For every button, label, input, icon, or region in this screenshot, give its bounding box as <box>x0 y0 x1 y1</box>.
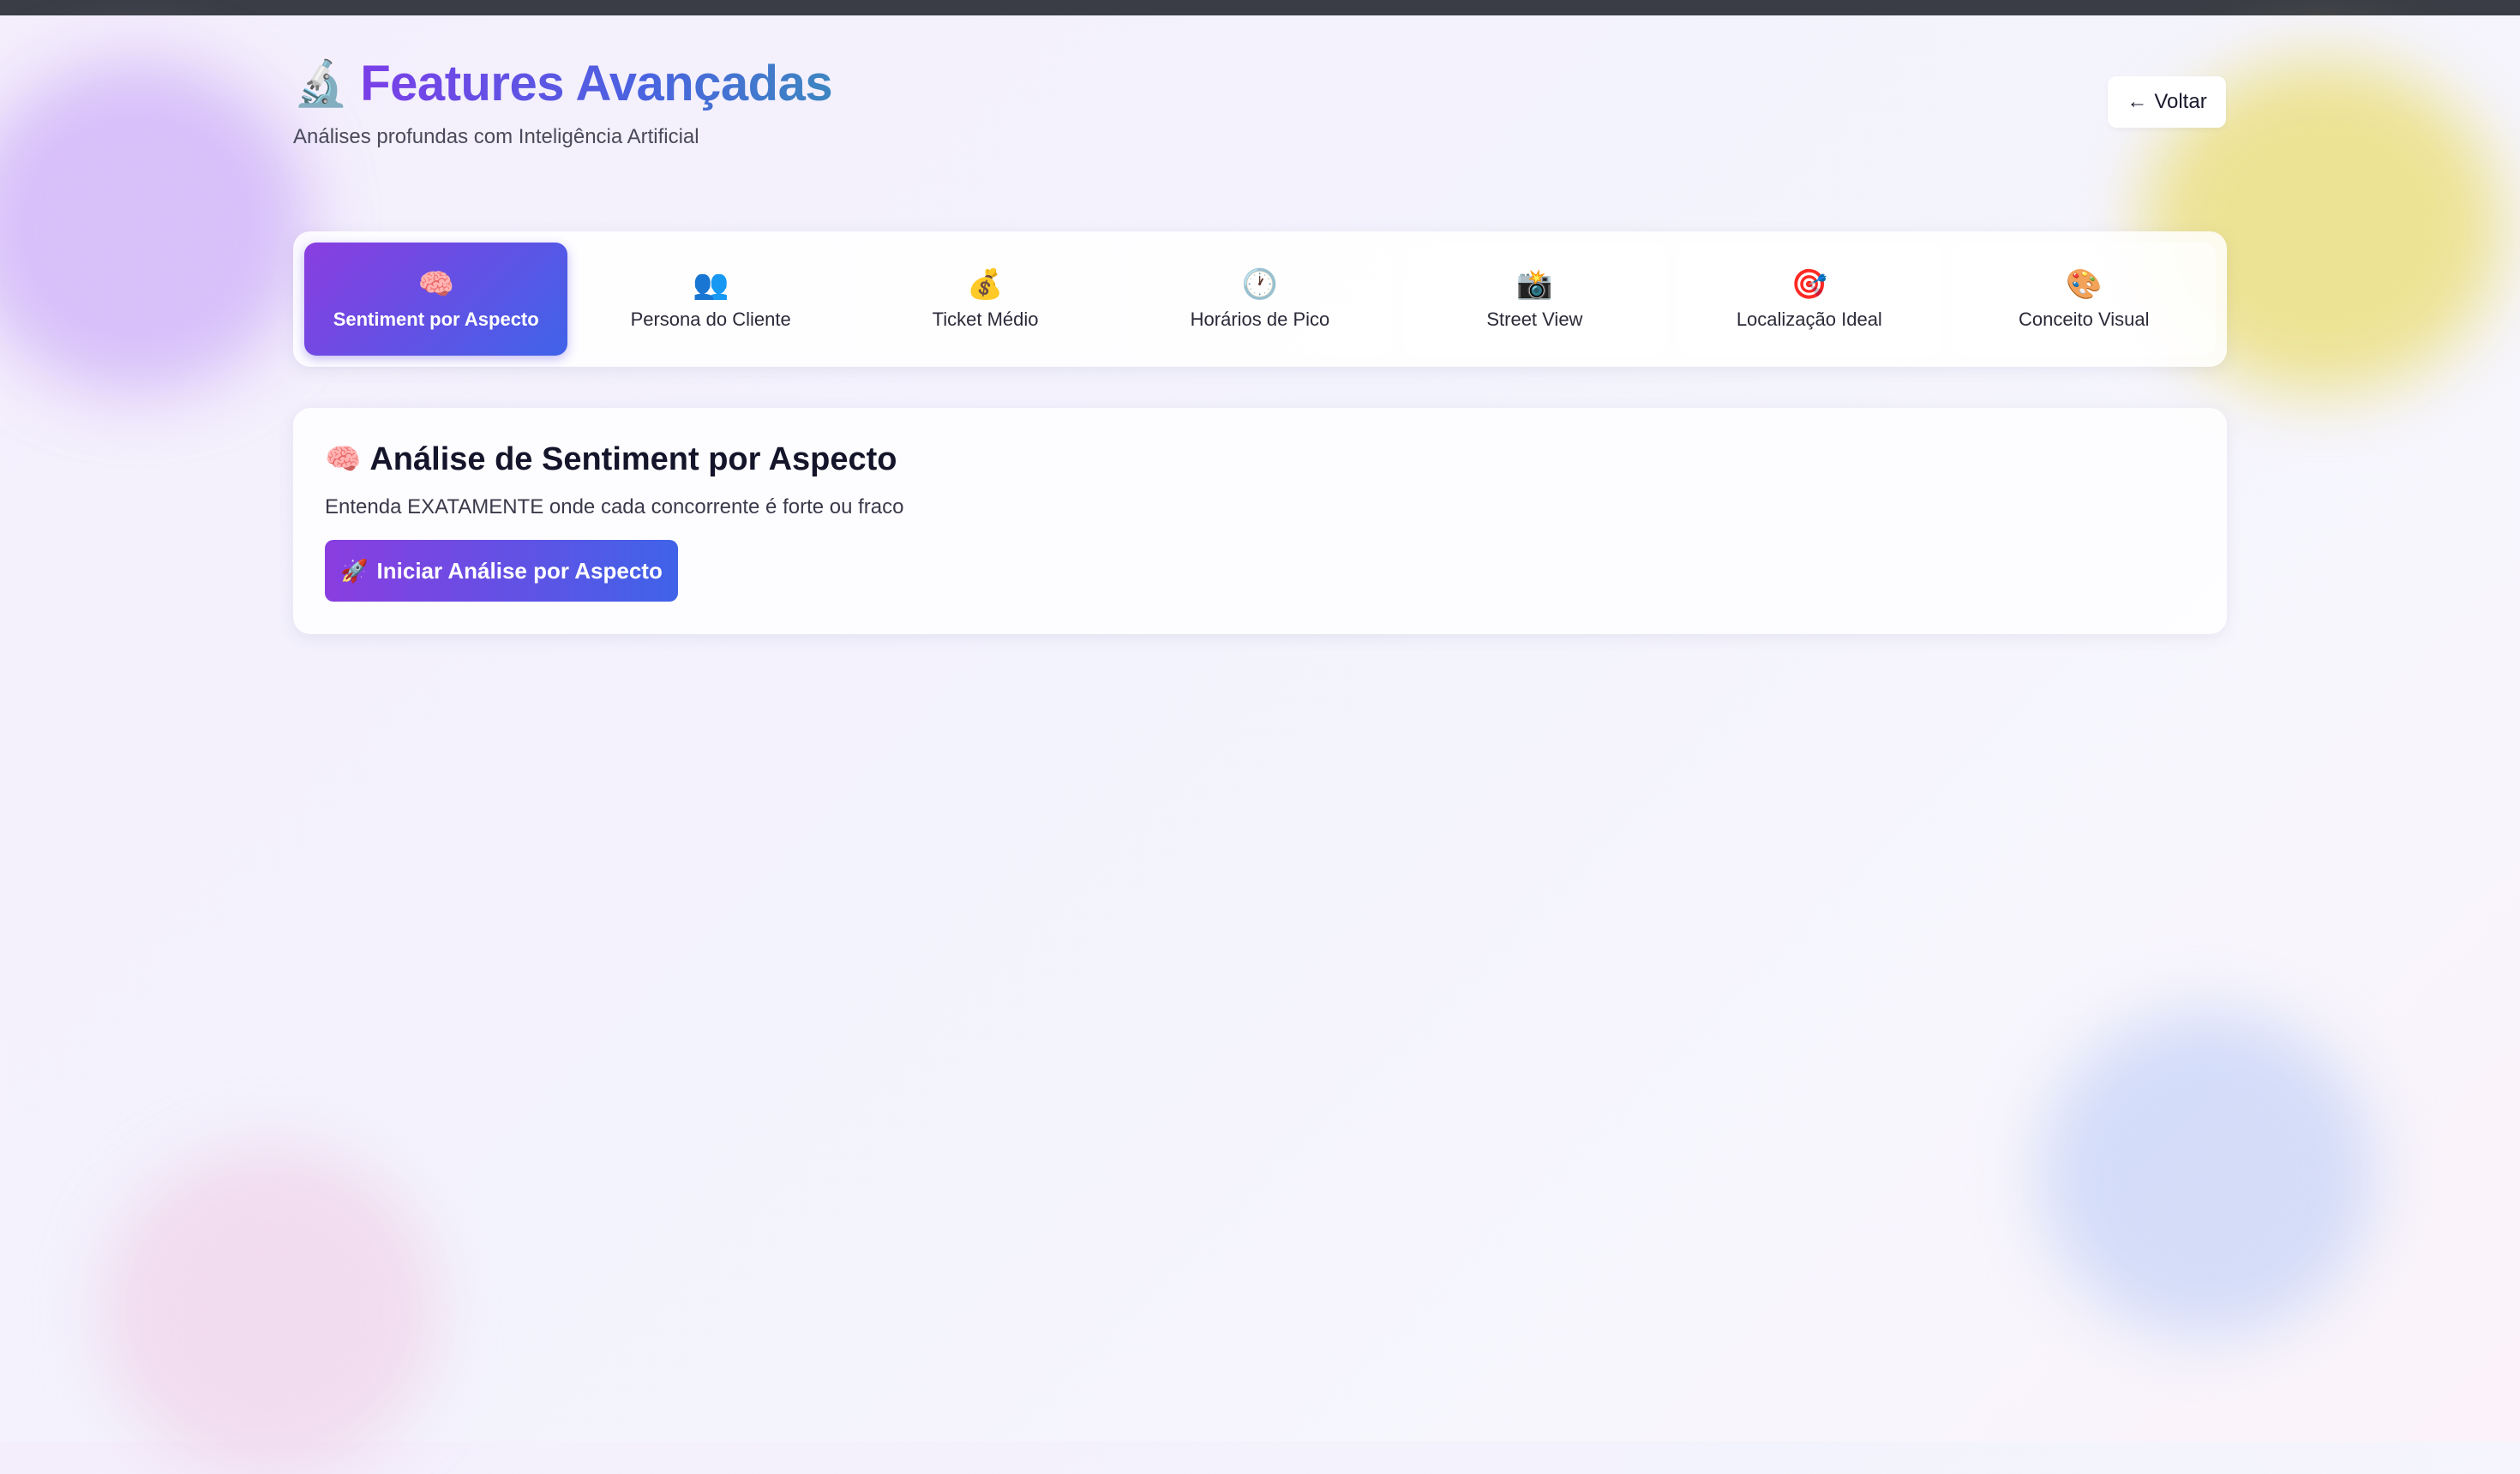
people-icon: 👥 <box>692 268 729 301</box>
background-blob-purple <box>0 60 309 394</box>
money-bag-icon: 💰 <box>967 268 1004 301</box>
section-title-text: Análise de Sentiment por Aspecto <box>369 441 897 477</box>
back-button[interactable]: ← Voltar <box>2108 76 2226 128</box>
rocket-icon: 🚀 <box>340 557 369 584</box>
back-button-label: Voltar <box>2154 90 2207 113</box>
microscope-icon: 🔬 <box>293 59 349 109</box>
browser-top-bar <box>0 0 2520 15</box>
arrow-left-icon: ← <box>2127 90 2148 113</box>
tab-label: Ticket Médio <box>932 309 1039 330</box>
section-title: 🧠 Análise de Sentiment por Aspecto <box>325 439 2195 480</box>
tab-ticket-medio[interactable]: 💰 Ticket Médio <box>853 243 1118 356</box>
analysis-card: 🧠 Análise de Sentiment por Aspecto Enten… <box>293 408 2227 634</box>
brain-icon: 🧠 <box>325 443 362 476</box>
tab-persona-do-cliente[interactable]: 👥 Persona do Cliente <box>579 243 843 356</box>
brain-icon: 🧠 <box>417 268 454 301</box>
start-analysis-button[interactable]: 🚀 Iniciar Análise por Aspecto <box>325 540 678 602</box>
page-title: 🔬 Features Avançadas <box>293 50 833 118</box>
tab-label: Persona do Cliente <box>630 309 791 330</box>
background-blob-blue <box>2040 1011 2374 1337</box>
clock-icon: 🕐 <box>1241 268 1279 301</box>
tab-street-view[interactable]: 📸 Street View <box>1402 243 1667 356</box>
palette-icon: 🎨 <box>2066 268 2103 301</box>
tab-label: Conceito Visual <box>2019 309 2150 330</box>
section-description: Entenda EXATAMENTE onde cada concorrente… <box>325 495 904 518</box>
camera-icon: 📸 <box>1516 268 1553 301</box>
tab-label: Horários de Pico <box>1190 309 1330 330</box>
tab-sentiment-por-aspecto[interactable]: 🧠 Sentiment por Aspecto <box>304 243 568 356</box>
tab-horarios-de-pico[interactable]: 🕐 Horários de Pico <box>1128 243 1392 356</box>
tab-label: Localização Ideal <box>1736 309 1882 330</box>
feature-tabs: 🧠 Sentiment por Aspecto 👥 Persona do Cli… <box>293 231 2227 367</box>
tab-localizacao-ideal[interactable]: 🎯 Localização Ideal <box>1677 243 1941 356</box>
tab-label: Street View <box>1486 309 1583 330</box>
target-icon: 🎯 <box>1791 268 1827 301</box>
background-blob-pink <box>103 1148 437 1474</box>
tab-label: Sentiment por Aspecto <box>333 309 539 330</box>
page-title-text: Features Avançadas <box>360 50 832 118</box>
page-header: 🔬 Features Avançadas Análises profundas … <box>293 50 833 149</box>
start-analysis-button-label: Iniciar Análise por Aspecto <box>376 557 663 584</box>
page-subtitle: Análises profundas com Inteligência Arti… <box>293 125 699 148</box>
tab-conceito-visual[interactable]: 🎨 Conceito Visual <box>1952 243 2216 356</box>
